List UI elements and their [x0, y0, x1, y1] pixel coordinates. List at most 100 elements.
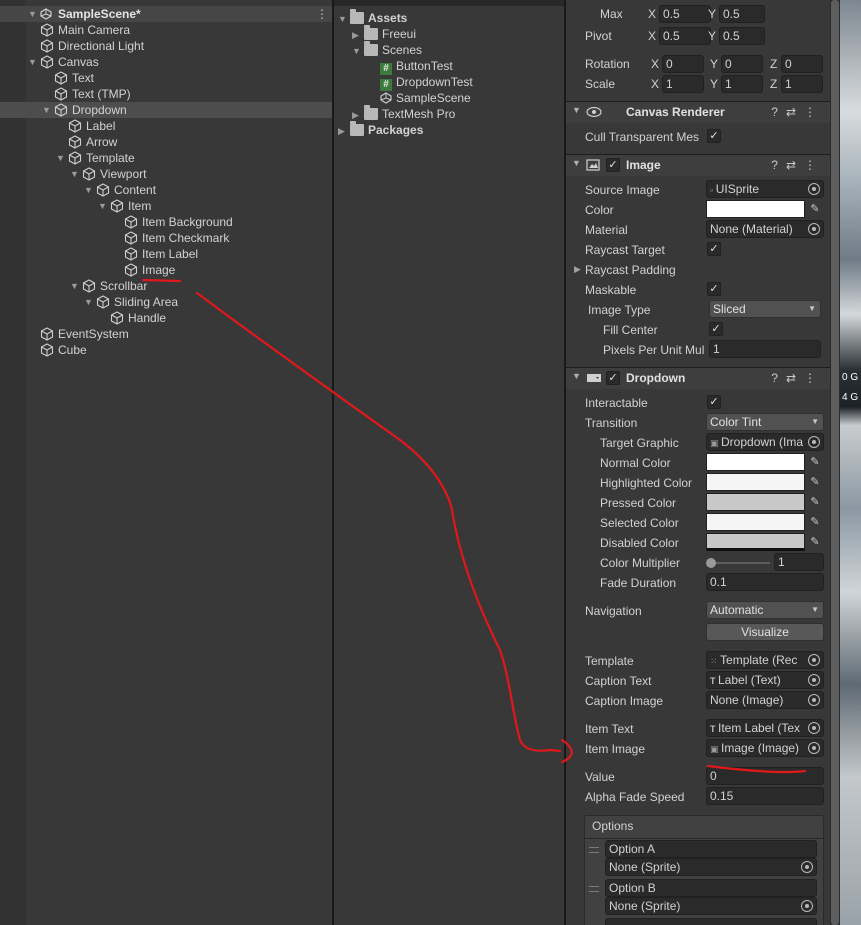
hierarchy-item-text[interactable]: Text: [54, 70, 94, 86]
project-item-dropdowntest[interactable]: # DropdownTest: [380, 74, 473, 91]
hierarchy-item-dropdown[interactable]: ▼ Dropdown: [42, 102, 127, 118]
max-y-field[interactable]: 0.5: [719, 5, 765, 23]
visualize-button[interactable]: Visualize: [706, 623, 824, 641]
object-picker-icon[interactable]: [808, 694, 820, 706]
cull-transparent-checkbox[interactable]: ✓: [707, 129, 721, 143]
hierarchy-item-content[interactable]: ▼ Content: [84, 182, 156, 198]
help-icon[interactable]: ?: [771, 105, 786, 119]
highlighted-color-swatch[interactable]: [706, 473, 805, 491]
component-header-icons[interactable]: ?⇄⋮: [771, 158, 824, 172]
object-picker-icon[interactable]: [808, 742, 820, 754]
expand-arrow-icon[interactable]: ▼: [84, 182, 96, 198]
color-multiplier-field[interactable]: 1: [774, 553, 824, 571]
max-x-field[interactable]: 0.5: [659, 5, 711, 23]
drag-handle-icon[interactable]: [589, 847, 599, 853]
color-swatch[interactable]: [706, 200, 805, 218]
option-a-sprite-field[interactable]: None (Sprite): [605, 858, 817, 876]
hierarchy-item-arrow[interactable]: Arrow: [68, 134, 117, 150]
option-c-text-field-partial[interactable]: [605, 918, 817, 925]
hierarchy-item-item-checkmark[interactable]: Item Checkmark: [124, 230, 229, 246]
object-picker-icon[interactable]: [801, 900, 813, 912]
raycast-target-checkbox[interactable]: ✓: [707, 242, 721, 256]
hierarchy-item-sliding-area[interactable]: ▼ Sliding Area: [84, 294, 178, 310]
expand-arrow-icon[interactable]: ▼: [42, 102, 54, 118]
expand-arrow-icon[interactable]: ▼: [338, 11, 350, 27]
maskable-checkbox[interactable]: ✓: [707, 282, 721, 296]
expand-arrow-icon[interactable]: ▼: [70, 166, 82, 182]
hierarchy-item-text-tmp[interactable]: Text (TMP): [54, 86, 131, 102]
hierarchy-item-item-label[interactable]: Item Label: [124, 246, 198, 262]
scrollbar-thumb[interactable]: [831, 0, 839, 925]
dropdown-enabled-checkbox[interactable]: ✓: [606, 371, 620, 385]
hierarchy-item-viewport[interactable]: ▼ Viewport: [70, 166, 146, 182]
scale-z-field[interactable]: 1: [781, 75, 823, 93]
object-picker-icon[interactable]: [808, 183, 820, 195]
expand-arrow-icon[interactable]: ▼: [28, 54, 40, 70]
expand-arrow-icon[interactable]: ▼: [98, 198, 110, 214]
hierarchy-item-canvas[interactable]: ▼ Canvas: [28, 54, 99, 70]
hierarchy-item-directional-light[interactable]: Directional Light: [40, 38, 144, 54]
disabled-color-swatch[interactable]: [706, 533, 805, 551]
selected-color-swatch[interactable]: [706, 513, 805, 531]
target-graphic-field[interactable]: ▣ Dropdown (Ima: [706, 433, 824, 451]
color-multiplier-slider-track[interactable]: [710, 562, 770, 564]
expand-arrow-icon[interactable]: ▼: [70, 278, 82, 294]
interactable-checkbox[interactable]: ✓: [707, 395, 721, 409]
hierarchy-item-handle[interactable]: Handle: [110, 310, 166, 326]
hierarchy-item-label[interactable]: Label: [68, 118, 115, 134]
object-picker-icon[interactable]: [801, 861, 813, 873]
foldout-arrow-icon[interactable]: ▼: [572, 158, 581, 168]
rotation-z-field[interactable]: 0: [781, 55, 823, 73]
eyedropper-icon[interactable]: ✎: [806, 453, 824, 471]
caption-image-field[interactable]: None (Image): [706, 691, 824, 709]
foldout-arrow-icon[interactable]: ▶: [574, 264, 581, 275]
option-b-sprite-field[interactable]: None (Sprite): [605, 897, 817, 915]
scene-header[interactable]: ▼ SampleScene*: [0, 6, 332, 22]
object-picker-icon[interactable]: [808, 223, 820, 235]
rotation-x-field[interactable]: 0: [662, 55, 704, 73]
component-header-icons[interactable]: ?⇄⋮: [771, 105, 824, 119]
hierarchy-item-template[interactable]: ▼ Template: [56, 150, 135, 166]
option-a-text-field[interactable]: Option A: [605, 840, 817, 858]
dropdown-component-header[interactable]: ▼ ✓ Dropdown ?⇄⋮: [566, 367, 830, 389]
collapsed-arrow-icon[interactable]: ▶: [352, 27, 364, 43]
fill-center-checkbox[interactable]: ✓: [709, 322, 723, 336]
hierarchy-item-main-camera[interactable]: Main Camera: [40, 22, 130, 38]
pivot-y-field[interactable]: 0.5: [719, 27, 765, 45]
hierarchy-item-image[interactable]: Image: [124, 262, 175, 278]
object-picker-icon[interactable]: [808, 436, 820, 448]
hierarchy-item-scrollbar[interactable]: ▼ Scrollbar: [70, 278, 147, 294]
expand-arrow-icon[interactable]: ▼: [56, 150, 68, 166]
eyedropper-icon[interactable]: ✎: [806, 493, 824, 511]
pixels-per-unit-field[interactable]: 1: [709, 340, 821, 358]
preset-icon[interactable]: ⇄: [786, 158, 804, 172]
project-item-assets[interactable]: ▼ Assets: [338, 9, 407, 27]
scale-x-field[interactable]: 1: [662, 75, 704, 93]
image-type-dropdown[interactable]: Sliced ▼: [709, 300, 821, 318]
value-field[interactable]: 0: [706, 767, 824, 785]
eyedropper-icon[interactable]: ✎: [806, 513, 824, 531]
expand-arrow-icon[interactable]: ▼: [84, 294, 96, 310]
material-field[interactable]: None (Material): [706, 220, 824, 238]
scale-y-field[interactable]: 1: [721, 75, 763, 93]
item-text-field[interactable]: T Item Label (Tex: [706, 719, 824, 737]
object-picker-icon[interactable]: [808, 674, 820, 686]
pressed-color-swatch[interactable]: [706, 493, 805, 511]
source-image-field[interactable]: ▫ UISprite: [706, 180, 824, 198]
image-enabled-checkbox[interactable]: ✓: [606, 158, 620, 172]
object-picker-icon[interactable]: [808, 654, 820, 666]
canvas-renderer-header[interactable]: ▼ Canvas Renderer ?⇄⋮: [566, 101, 830, 123]
hierarchy-item-item[interactable]: ▼ Item: [98, 198, 151, 214]
project-item-textmeshpro[interactable]: ▶ TextMesh Pro: [352, 105, 455, 122]
scene-menu-icon[interactable]: ⋮: [316, 6, 328, 22]
caption-text-field[interactable]: T Label (Text): [706, 671, 824, 689]
project-item-freeui[interactable]: ▶ Freeui: [352, 25, 416, 43]
template-field[interactable]: ⁙ Template (Rec: [706, 651, 824, 669]
component-header-icons[interactable]: ?⇄⋮: [771, 371, 824, 385]
scene-expand-arrow[interactable]: ▼: [28, 6, 40, 22]
preset-icon[interactable]: ⇄: [786, 105, 804, 119]
raycast-padding-label[interactable]: Raycast Padding: [585, 262, 676, 278]
hierarchy-item-item-background[interactable]: Item Background: [124, 214, 233, 230]
option-b-text-field[interactable]: Option B: [605, 879, 817, 897]
kebab-menu-icon[interactable]: ⋮: [804, 105, 824, 119]
